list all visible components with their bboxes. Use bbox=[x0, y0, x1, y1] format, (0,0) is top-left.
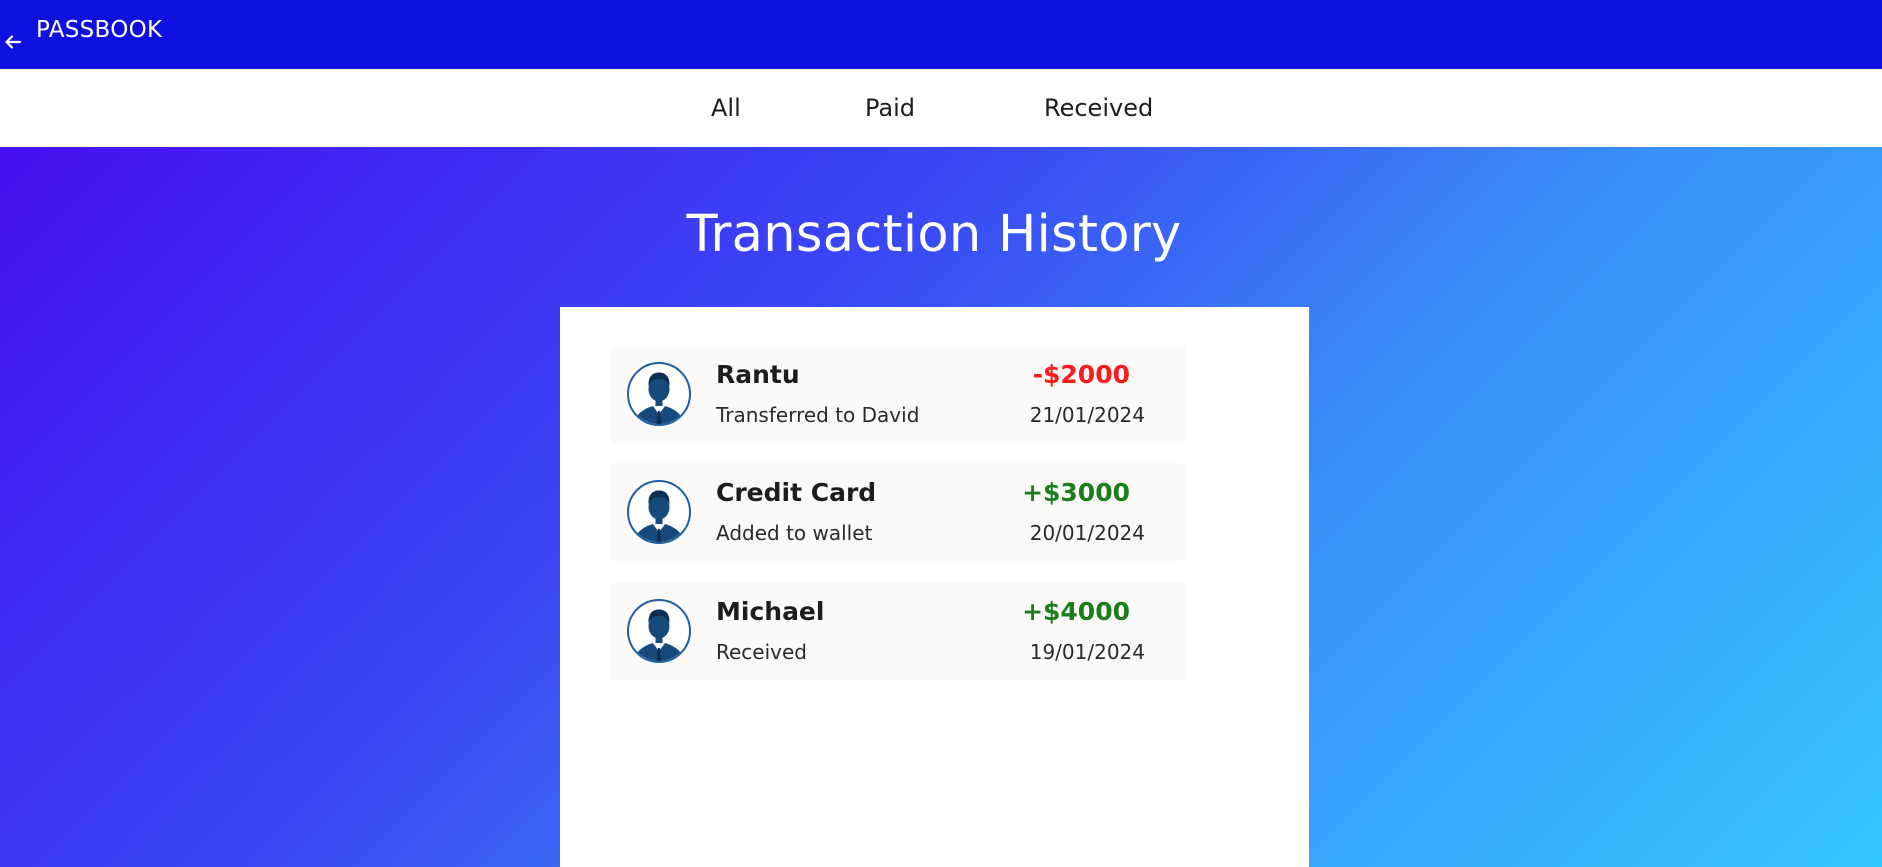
user-avatar-icon bbox=[627, 599, 691, 663]
user-avatar-icon bbox=[627, 480, 691, 544]
tab-received[interactable]: Received bbox=[1044, 69, 1153, 147]
app-title: PASSBOOK bbox=[36, 16, 163, 43]
transaction-row[interactable]: Michael Received +$4000 19/01/2024 bbox=[610, 582, 1186, 680]
transaction-description: Added to wallet bbox=[716, 521, 873, 545]
top-app-bar: PASSBOOK bbox=[0, 0, 1882, 69]
transaction-amount: -$2000 bbox=[1032, 360, 1130, 389]
page-title: Transaction History bbox=[686, 205, 1182, 264]
transaction-description: Received bbox=[716, 640, 807, 664]
user-avatar-icon bbox=[627, 362, 691, 426]
back-button[interactable]: PASSBOOK bbox=[0, 0, 162, 69]
transaction-name: Michael bbox=[716, 597, 825, 626]
tab-paid[interactable]: Paid bbox=[865, 69, 915, 147]
transaction-row[interactable]: Rantu Transferred to David -$2000 21/01/… bbox=[610, 345, 1186, 443]
transaction-description: Transferred to David bbox=[716, 403, 920, 427]
transaction-name: Credit Card bbox=[716, 478, 877, 507]
transaction-date: 19/01/2024 bbox=[1029, 640, 1145, 664]
transaction-row[interactable]: Credit Card Added to wallet +$3000 20/01… bbox=[610, 463, 1186, 561]
transaction-date: 21/01/2024 bbox=[1029, 403, 1145, 427]
transaction-date: 20/01/2024 bbox=[1029, 521, 1145, 545]
transaction-history-section: Transaction History Rantu Transferred to… bbox=[0, 147, 1882, 867]
tab-all[interactable]: All bbox=[711, 69, 741, 147]
transaction-amount: +$3000 bbox=[1022, 478, 1130, 507]
transaction-amount: +$4000 bbox=[1022, 597, 1130, 626]
transaction-list: Rantu Transferred to David -$2000 21/01/… bbox=[560, 307, 1309, 867]
transaction-name: Rantu bbox=[716, 360, 800, 389]
arrow-left-icon bbox=[0, 29, 26, 55]
filter-tabs: All Paid Received bbox=[0, 69, 1882, 147]
